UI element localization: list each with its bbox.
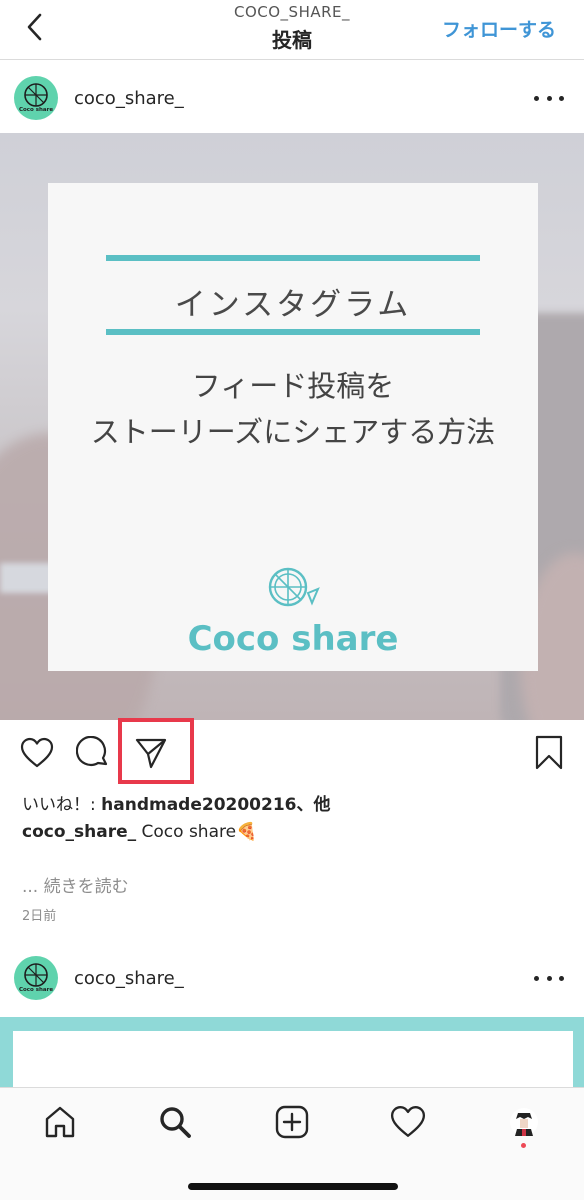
like-button[interactable] — [18, 734, 56, 772]
nav-new-post[interactable] — [272, 1102, 312, 1142]
likes-prefix: いいね！: — [22, 795, 102, 815]
card-divider-bottom — [106, 329, 480, 335]
profile-avatar-icon — [510, 1108, 538, 1136]
home-indicator — [188, 1183, 398, 1190]
nav-home[interactable] — [40, 1102, 80, 1142]
next-post-image[interactable] — [0, 1017, 584, 1111]
save-button[interactable] — [530, 734, 568, 772]
more-options-button[interactable] — [534, 88, 564, 108]
avatar[interactable]: Coco share — [14, 956, 58, 1000]
heart-icon — [20, 737, 54, 768]
bookmark-icon — [535, 735, 563, 770]
post-image-card: インスタグラム フィード投稿を ストーリーズにシェアする方法 Coco shar… — [48, 183, 538, 671]
card-heading: インスタグラム — [174, 287, 412, 323]
comment-icon — [76, 736, 108, 766]
avatar-label: Coco share — [18, 987, 54, 993]
activity-heart-icon — [390, 1106, 426, 1137]
pizza-logo-icon — [24, 83, 48, 107]
top-bar: COCO_SHARE_ 投稿 フォローする — [0, 0, 584, 60]
home-icon — [45, 1106, 75, 1138]
nav-activity[interactable] — [388, 1102, 428, 1142]
avatar-label: Coco share — [18, 107, 54, 113]
caption: coco_share_ Coco share🍕 — [22, 822, 257, 842]
post-header: Coco share coco_share_ — [0, 61, 584, 135]
post-timestamp: 2日前 — [22, 909, 57, 924]
more-options-button[interactable] — [534, 968, 564, 988]
share-button[interactable] — [132, 734, 170, 772]
nav-search[interactable] — [155, 1102, 195, 1142]
caption-username[interactable]: coco_share_ — [22, 822, 136, 842]
paper-plane-icon — [135, 738, 167, 769]
profile-notification-dot — [521, 1143, 526, 1148]
avatar[interactable]: Coco share — [14, 76, 58, 120]
add-post-icon — [275, 1105, 309, 1139]
post-image[interactable]: インスタグラム フィード投稿を ストーリーズにシェアする方法 Coco shar… — [0, 133, 584, 720]
read-more-link[interactable]: ... 続きを読む — [22, 872, 129, 897]
more-horizontal-icon — [534, 975, 539, 981]
follow-button[interactable]: フォローする — [442, 15, 556, 42]
comment-button[interactable] — [74, 734, 112, 772]
likes-suffix[interactable]: 、他 — [297, 795, 331, 815]
pizza-logo-icon — [268, 567, 320, 607]
search-icon — [160, 1107, 191, 1138]
likes-line: いいね！: handmade20200216、他 — [22, 790, 331, 815]
pizza-logo-icon — [24, 963, 48, 987]
post-actions — [0, 720, 584, 788]
post-username[interactable]: coco_share_ — [74, 88, 184, 109]
nav-profile[interactable] — [504, 1102, 544, 1142]
next-post-username[interactable]: coco_share_ — [74, 968, 184, 989]
caption-text: Coco share🍕 — [136, 822, 258, 842]
more-horizontal-icon — [534, 95, 539, 101]
card-divider-top — [106, 255, 480, 261]
card-brand: Coco share — [187, 619, 399, 659]
card-subtitle-line1: フィード投稿を — [191, 369, 395, 403]
next-post-header: Coco share coco_share_ — [0, 941, 584, 1015]
likes-user-link[interactable]: handmade20200216 — [101, 795, 296, 815]
card-subtitle-line2: ストーリーズにシェアする方法 — [90, 415, 496, 449]
